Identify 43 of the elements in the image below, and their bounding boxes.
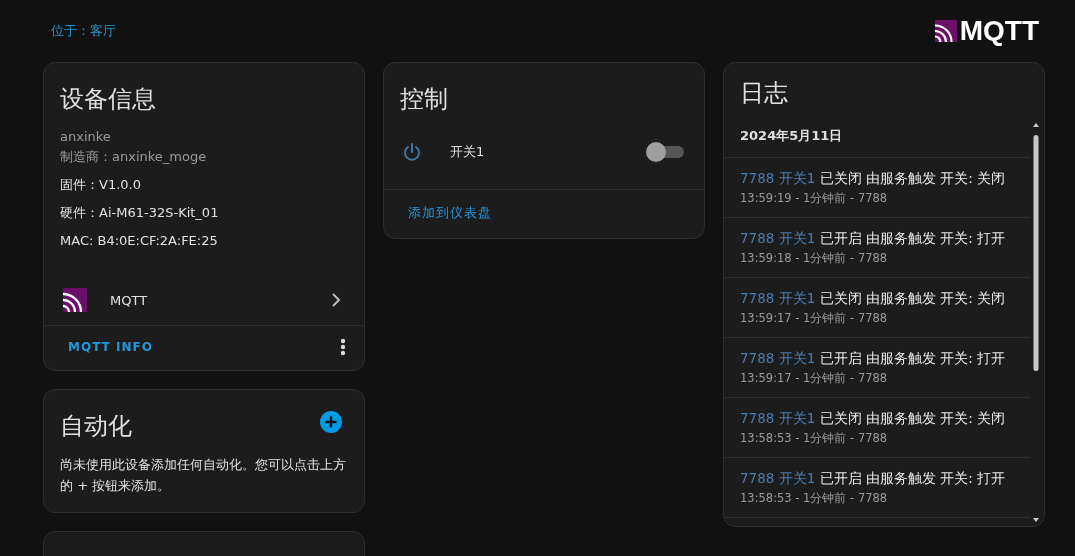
- card-title: 设备信息: [59, 84, 157, 115]
- log-message: 已开启 由服务触发 开关: 打开: [819, 350, 1005, 366]
- integration-link[interactable]: MQTT: [110, 292, 330, 308]
- log-meta: 13:59:19 - 1分钟前 - 7788: [740, 190, 889, 207]
- mqtt-info-button[interactable]: MQTT INFO: [68, 336, 153, 358]
- log-meta: 13:58:53 - 1分钟前 - 7788: [740, 490, 889, 507]
- add-to-dashboard-button[interactable]: 添加到仪表盘: [408, 200, 492, 226]
- more-icon[interactable]: [340, 338, 346, 356]
- log-message: 已开启 由服务触发 开关: 打开: [819, 470, 1005, 486]
- chevron-icon[interactable]: [330, 293, 342, 307]
- scrollbar[interactable]: [1032, 123, 1040, 523]
- entity-link[interactable]: 7788 开关1: [740, 410, 816, 426]
- log-message: 已关闭 由服务触发 开关: 关闭: [819, 410, 1005, 426]
- manufacturer-text: 制造商：anxinke_moge: [59, 148, 208, 166]
- log-meta: 13:59:17 - 1分钟前 - 7788: [740, 370, 889, 387]
- log-message: 已关闭 由服务触发 开关: 关闭: [819, 170, 1005, 186]
- toggle-switch[interactable]: [646, 142, 684, 162]
- logo-text: MQTT: [959, 15, 1039, 47]
- entity-link[interactable]: 7788 开关1: [740, 290, 816, 306]
- card-title: 自动化: [59, 411, 133, 442]
- location-link[interactable]: 位于：客厅: [51, 22, 116, 40]
- device-model: anxinke: [59, 128, 112, 146]
- add-icon[interactable]: [320, 411, 342, 433]
- waves-icon: [62, 288, 88, 312]
- entity-link[interactable]: 7788 开关1: [740, 350, 816, 366]
- log-meta: 13:58:53 - 1分钟前 - 7788: [740, 430, 889, 447]
- log-meta: 13:59:18 - 1分钟前 - 7788: [740, 250, 889, 267]
- firmware-text: 固件：V1.0.0: [59, 176, 142, 194]
- entity-link[interactable]: 7788 开关1: [740, 230, 816, 246]
- hardware-text: 硬件：Ai-M61-32S-Kit_01: [59, 204, 220, 222]
- date-heading: 2024年5月11日: [724, 119, 1030, 158]
- automation-message: 尚未使用此设备添加任何自动化。您可以点击上方的 + 按钮来添加。: [59, 456, 347, 495]
- power-icon: [402, 142, 422, 162]
- card-title: 日志: [739, 78, 789, 109]
- log-meta: 13:59:17 - 1分钟前 - 7788: [740, 310, 889, 327]
- entity-link[interactable]: 7788 开关1: [740, 470, 816, 486]
- entity-link[interactable]: 7788 开关1: [740, 170, 816, 186]
- log-message: 已关闭 由服务触发 开关: 关闭: [819, 290, 1005, 306]
- entity-name[interactable]: 开关1: [450, 143, 646, 161]
- card-title: 控制: [399, 84, 449, 115]
- log-message: 已开启 由服务触发 开关: 打开: [819, 230, 1005, 246]
- mqtt-logo-icon: [933, 20, 958, 42]
- mac-text: MAC: B4:0E:CF:2A:FE:25: [59, 232, 219, 250]
